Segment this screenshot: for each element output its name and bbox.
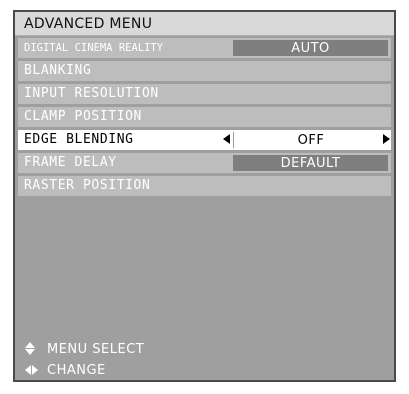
- menu-title-bar: ADVANCED MENU: [15, 12, 394, 36]
- change-label: CHANGE: [47, 362, 106, 378]
- menu-item-label: CLAMP POSITION: [24, 109, 142, 124]
- up-down-arrows-icon: [25, 342, 35, 356]
- digital-cinema-reality-value[interactable]: AUTO: [233, 40, 388, 56]
- left-arrow-icon[interactable]: [223, 134, 230, 144]
- edge-blending-value[interactable]: OFF: [233, 132, 388, 148]
- advanced-menu-panel: ADVANCED MENU DIGITAL CINEMA REALITY AUT…: [13, 10, 396, 382]
- menu-item-clamp-position[interactable]: CLAMP POSITION: [18, 107, 391, 127]
- menu-select-label: MENU SELECT: [47, 341, 145, 357]
- menu-select-hint: MENU SELECT: [25, 339, 144, 359]
- menu-list: DIGITAL CINEMA REALITY AUTO BLANKING INP…: [15, 36, 394, 380]
- menu-item-label: RASTER POSITION: [24, 178, 151, 193]
- menu-item-blanking[interactable]: BLANKING: [18, 61, 391, 81]
- change-hint: CHANGE: [25, 360, 106, 380]
- menu-item-edge-blending[interactable]: EDGE BLENDING OFF: [18, 130, 391, 150]
- menu-item-label: DIGITAL CINEMA REALITY: [24, 42, 164, 54]
- menu-title: ADVANCED MENU: [24, 15, 153, 32]
- menu-item-label: FRAME DELAY: [24, 155, 117, 170]
- left-right-arrows-icon: [25, 365, 39, 375]
- menu-item-label: BLANKING: [24, 63, 92, 78]
- menu-item-raster-position[interactable]: RASTER POSITION: [18, 176, 391, 196]
- menu-item-label: EDGE BLENDING: [24, 132, 134, 147]
- frame-delay-value[interactable]: DEFAULT: [233, 155, 388, 171]
- menu-footer: MENU SELECT CHANGE: [15, 336, 394, 380]
- menu-item-digital-cinema-reality[interactable]: DIGITAL CINEMA REALITY AUTO: [18, 38, 391, 58]
- menu-item-input-resolution[interactable]: INPUT RESOLUTION: [18, 84, 391, 104]
- right-arrow-icon[interactable]: [383, 134, 390, 144]
- menu-item-label: INPUT RESOLUTION: [24, 86, 159, 101]
- menu-item-frame-delay[interactable]: FRAME DELAY DEFAULT: [18, 153, 391, 173]
